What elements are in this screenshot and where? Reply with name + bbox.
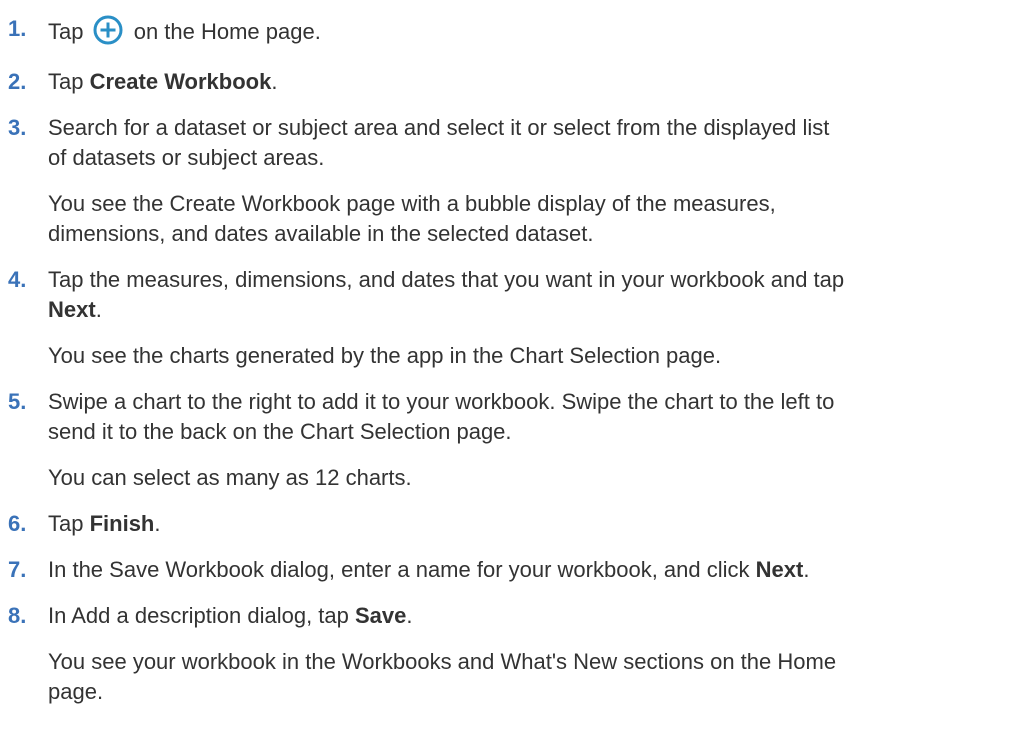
step-text: Tap Create Workbook. [48,67,1029,97]
step-text: In Add a description dialog, tap Save. Y… [48,601,1029,707]
step-text-part: . [95,297,102,322]
step-number: 1. [8,16,27,41]
step-number: 4. [8,267,27,292]
step-text-part: . [803,557,810,582]
step-note-line: page. [48,679,104,704]
step-text-part: In the Save Workbook dialog, enter a nam… [48,557,756,582]
procedure-steps: 1. Tap on the Home page. 2. Tap Create W… [0,0,1029,707]
step-line: Next. [48,295,1029,325]
step-text: Search for a dataset or subject area and… [48,113,1029,249]
step-text-part: on the Home page. [127,19,321,44]
step-text: Tap Finish. [48,509,1029,539]
add-circle-icon [92,14,124,46]
step-text: In the Save Workbook dialog, enter a nam… [48,555,1029,585]
step-line: Swipe a chart to the right to add it to … [48,389,835,414]
step-6: 6. Tap Finish. [0,509,1029,539]
step-note-line: dimensions, and dates available in the s… [48,221,594,246]
step-text-part: Tap [48,511,90,536]
step-text-part: Tap [48,69,90,94]
step-text-part: . [406,603,413,628]
step-number: 7. [8,557,27,582]
step-8: 8. In Add a description dialog, tap Save… [0,601,1029,707]
step-text: Tap the measures, dimensions, and dates … [48,265,1029,371]
step-text: Tap on the Home page. [48,14,1029,47]
step-note-line: You see the Create Workbook page with a … [48,191,776,216]
step-number: 6. [8,511,27,536]
step-number: 2. [8,69,27,94]
step-text-part: In Add a description dialog, tap [48,603,355,628]
step-note: You see the charts generated by the app … [48,343,722,368]
step-number: 8. [8,603,27,628]
step-line: Search for a dataset or subject area and… [48,115,830,140]
step-5: 5. Swipe a chart to the right to add it … [0,387,1029,493]
step-text-part: . [271,69,278,94]
step-4: 4. Tap the measures, dimensions, and dat… [0,265,1029,371]
step-note-line: You see your workbook in the Workbooks a… [48,649,837,674]
step-text-part: . [154,511,161,536]
ui-term: Create Workbook [89,69,272,94]
step-note: You see the Create Workbook page with a … [48,189,1029,249]
step-note: You can select as many as 12 charts. [48,465,412,490]
step-note: You see your workbook in the Workbooks a… [48,647,1029,707]
step-line: of datasets or subject areas. [48,145,325,170]
step-3: 3. Search for a dataset or subject area … [0,113,1029,249]
ui-term: Finish [89,511,155,536]
step-line: send it to the back on the Chart Selecti… [48,419,512,444]
ui-term: Next [755,557,804,582]
step-number: 3. [8,115,27,140]
step-1: 1. Tap on the Home page. [0,14,1029,47]
ui-term: Next [48,297,96,322]
step-7: 7. In the Save Workbook dialog, enter a … [0,555,1029,585]
step-text: Swipe a chart to the right to add it to … [48,387,1029,493]
ui-term: Save [355,603,407,628]
step-2: 2. Tap Create Workbook. [0,67,1029,97]
step-number: 5. [8,389,27,414]
step-line: Tap the measures, dimensions, and dates … [48,267,845,292]
step-text-part: Tap [48,19,90,44]
